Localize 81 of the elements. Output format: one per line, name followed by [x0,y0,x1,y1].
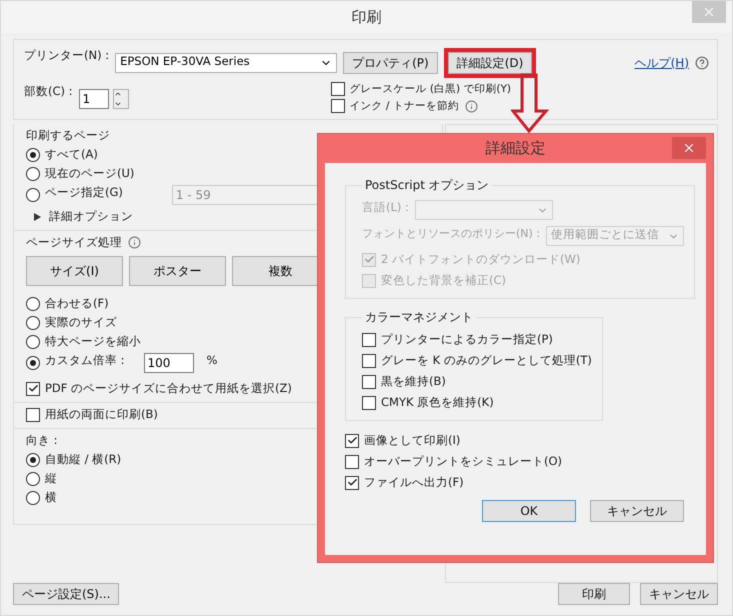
radio-label: 自動縦 / 横(R) [45,452,122,467]
checkbox[interactable] [26,408,40,422]
radio-button[interactable] [26,296,40,310]
check-icon [364,254,374,265]
checkbox[interactable] [345,434,359,448]
sizing-mode-button[interactable]: サイズ(I) [26,256,123,286]
radio-button[interactable] [26,356,40,370]
checkbox-label: オーバープリントをシミュレート(O) [364,454,562,469]
policy-label: フォントとリソースのポリシー(N) : [362,226,540,241]
radio-button[interactable] [26,188,40,202]
help-icon [695,56,709,70]
checkbox[interactable] [362,374,376,388]
properties-button[interactable]: プロパティ(P) [343,52,438,74]
info-icon [128,236,141,249]
checkbox-label: CMYK 原色を維持(K) [381,395,494,410]
checkbox[interactable] [345,476,359,490]
checkbox[interactable] [330,99,345,113]
radio-button[interactable] [26,334,40,348]
printer-dropdown[interactable]: EPSON EP-30VA Series [115,53,338,73]
radio-label: 現在のページ(U) [45,166,134,181]
help-link[interactable]: ヘルプ(H) [634,54,689,72]
checkbox[interactable] [362,332,376,346]
radio-label: カスタム倍率 : [45,353,125,368]
radio-button[interactable] [26,472,40,486]
checkbox-label: 用紙の両面に印刷(B) [45,407,158,422]
section-title: ページサイズ処理 [26,235,122,250]
check-icon [346,435,358,446]
cancel-button[interactable]: キャンセル [590,500,684,522]
checkbox-label: 画像として印刷(I) [364,433,460,448]
radio-label: すべて(A) [45,147,98,162]
down-arrow-icon [511,73,549,133]
radio-button[interactable] [26,452,40,466]
more-options-link[interactable]: 詳細オプション [49,209,133,224]
radio-label: 特大ページを縮小 [45,334,141,349]
radio-label: 横 [45,490,57,505]
checkbox-label: グレースケール (白黒) で印刷(Y) [350,82,512,96]
dialog-title: 詳細設定 [486,139,546,158]
radio-label: ページ指定(G) [45,185,123,200]
copies-label: 部数(C) : [24,84,73,99]
print-button[interactable]: 印刷 [558,583,630,605]
checkbox-label: グレーを K のみのグレーとして処理(T) [381,353,592,368]
radio-button[interactable] [26,166,40,180]
close-icon [702,5,716,19]
radio-label: 縦 [45,471,57,486]
checkbox[interactable] [345,454,359,468]
section-title: 向き : [26,433,58,448]
window-title: 印刷 [352,8,382,26]
radio-button[interactable] [26,148,40,162]
page-setup-button[interactable]: ページ設定(S)... [13,583,120,605]
checkbox[interactable] [26,382,40,396]
spin-buttons[interactable] [112,88,129,108]
checkbox[interactable] [330,82,345,96]
radio-button[interactable] [26,316,40,330]
checkbox-label: 2 バイトフォントのダウンロード(W) [381,252,580,267]
close-button[interactable] [672,137,706,159]
advanced-button[interactable]: 詳細設定(D) [448,52,532,74]
checkbox[interactable] [362,354,376,368]
group-title: カラーマネジメント [364,309,474,326]
expand-icon[interactable] [34,212,41,220]
check-icon [28,383,38,394]
close-icon [682,141,696,155]
cancel-button[interactable]: キャンセル [640,583,718,605]
radio-button[interactable] [26,490,40,504]
copies-field[interactable]: 1 [78,88,109,108]
checkbox[interactable] [362,396,376,410]
radio-label: 実際のサイズ [45,315,117,330]
checkbox-label: インク / トナーを節約 [350,99,459,113]
checkbox-label: 変色した背景を補正(C) [381,273,506,288]
checkbox-label: ファイルへ出力(F) [364,475,464,490]
checkbox-label: PDF のページサイズに合わせて用紙を選択(Z) [45,381,292,396]
radio-label: 合わせる(F) [45,296,109,311]
info-icon [464,100,478,112]
ok-button[interactable]: OK [482,500,576,522]
section-title: 印刷するページ [26,128,110,143]
percent-label: % [206,353,218,367]
scale-field[interactable]: 100 [144,353,194,373]
sizing-mode-button[interactable]: ポスター [129,256,226,286]
printer-label: プリンター(N) : [24,48,110,63]
checkbox-label: プリンターによるカラー指定(P) [381,332,553,347]
check-icon [346,477,358,488]
checkbox-label: 黒を維持(B) [381,374,446,389]
